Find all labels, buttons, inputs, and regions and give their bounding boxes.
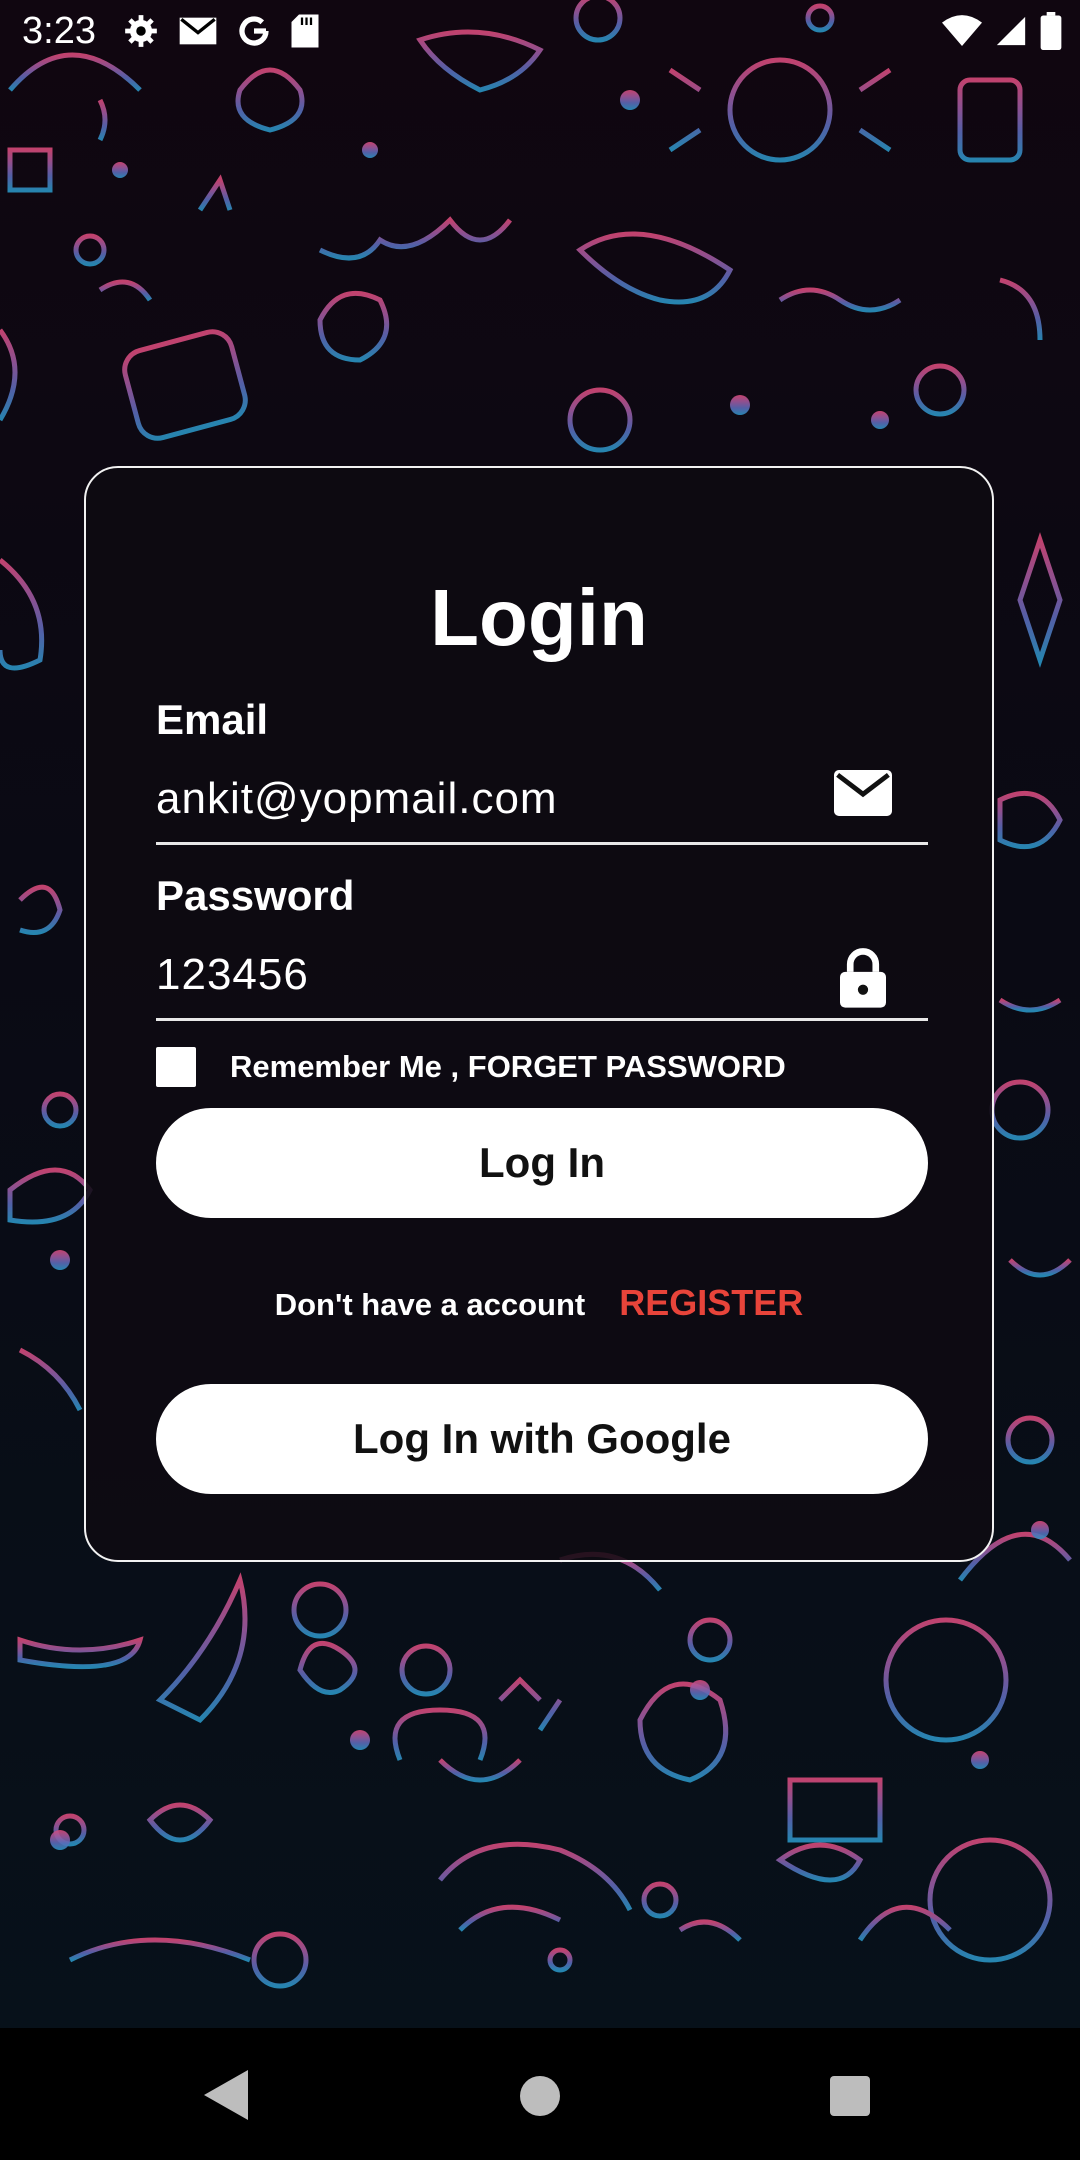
sd-card-icon	[290, 13, 320, 54]
register-row: Don't have a account REGISTER	[86, 1282, 992, 1324]
status-time: 3:23	[22, 10, 96, 52]
no-account-text: Don't have a account	[274, 1287, 586, 1322]
back-icon[interactable]	[204, 2070, 248, 2125]
mail-icon	[834, 770, 892, 821]
email-label: Email	[156, 696, 269, 743]
password-value: 123456	[156, 950, 309, 999]
remember-row: Remember Me , FORGET PASSWORD	[156, 1046, 786, 1088]
page-title: Login	[430, 573, 648, 662]
password-label: Password	[156, 872, 355, 919]
lock-icon	[840, 946, 886, 1013]
remember-forget-text[interactable]: Remember Me , FORGET PASSWORD	[230, 1049, 786, 1085]
signal-icon	[994, 14, 1028, 53]
notification-icons	[122, 12, 320, 55]
navigation-bar	[0, 2028, 1080, 2160]
google-login-button[interactable]: Log In with Google	[156, 1384, 928, 1494]
status-bar: 3:23	[0, 0, 1080, 66]
login-button[interactable]: Log In	[156, 1108, 928, 1218]
gmail-icon	[178, 15, 218, 52]
system-icons	[942, 12, 1062, 55]
register-link[interactable]: REGISTER	[619, 1282, 803, 1324]
google-icon	[236, 13, 272, 54]
remember-checkbox[interactable]	[156, 1047, 196, 1087]
email-value: ankit@yopmail.com	[156, 774, 558, 823]
password-field[interactable]: 123456	[156, 942, 928, 1021]
recents-icon[interactable]	[830, 2076, 870, 2116]
gear-icon	[122, 12, 160, 55]
wifi-icon	[942, 14, 982, 53]
email-field[interactable]: ankit@yopmail.com	[156, 766, 928, 845]
login-card: Login Email ankit@yopmail.com Password 1…	[84, 466, 994, 1562]
home-icon[interactable]	[520, 2076, 560, 2116]
battery-icon	[1040, 12, 1062, 55]
